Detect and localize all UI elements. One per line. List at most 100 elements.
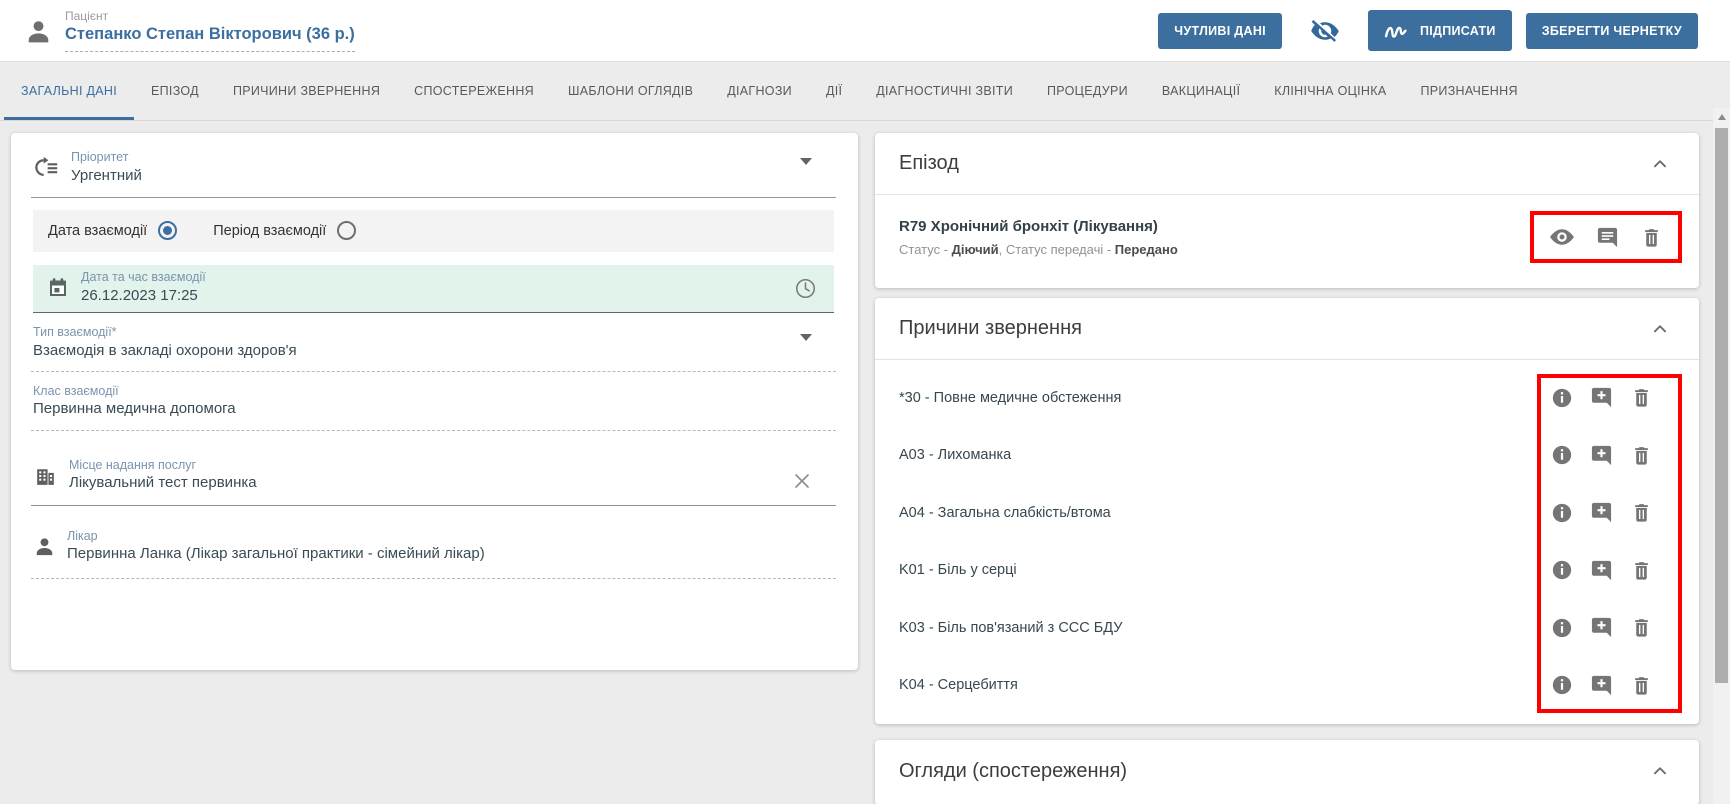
save-draft-button[interactable]: ЗБЕРЕГТИ ЧЕРНЕТКУ: [1526, 13, 1698, 49]
delete-reason-icon[interactable]: [1630, 444, 1653, 467]
tab-exam-templates[interactable]: ШАБЛОНИ ОГЛЯДІВ: [551, 62, 710, 120]
episode-card: Епізод R79 Хронічний бронхіт(Лікування) …: [875, 133, 1699, 288]
interaction-type-field[interactable]: Тип взаємодії* Взаємодія в закладі охоро…: [31, 313, 836, 372]
vertical-scrollbar[interactable]: [1713, 108, 1730, 804]
priority-value: Ургентний: [71, 166, 142, 186]
reason-row: A03 - Лихоманка: [899, 427, 1699, 485]
period-radio-label: Період взаємодії: [213, 223, 326, 239]
comment-episode-button[interactable]: [1596, 226, 1619, 249]
info-icon[interactable]: [1551, 674, 1573, 696]
tab-procedures[interactable]: ПРОЦЕДУРИ: [1030, 62, 1145, 120]
episode-title: Епізод: [899, 152, 959, 175]
info-icon[interactable]: [1551, 444, 1573, 466]
info-icon[interactable]: [1551, 559, 1573, 581]
close-icon[interactable]: [790, 469, 814, 493]
collapse-reasons-button[interactable]: [1647, 316, 1673, 342]
interaction-class-value: Первинна медична допомога: [33, 399, 834, 419]
reason-row: K01 - Біль у серці: [899, 542, 1699, 600]
collapse-episode-button[interactable]: [1647, 151, 1673, 177]
tab-clinical-assessment[interactable]: КЛІНІЧНА ОЦІНКА: [1257, 62, 1403, 120]
place-of-service-label: Місце надання послуг: [69, 458, 257, 474]
tab-observations[interactable]: СПОСТЕРЕЖЕННЯ: [397, 62, 551, 120]
reason-text: A03 - Лихоманка: [899, 447, 1011, 463]
place-of-service-field[interactable]: Місце надання послуг Лікувальний тест пе…: [31, 445, 836, 506]
observations-card-header: Огляди (спостереження): [875, 740, 1699, 802]
sign-button[interactable]: ПІДПИСАТИ: [1368, 10, 1512, 51]
episode-item-status: Статус - Діючий, Статус передачі - Перед…: [899, 242, 1178, 257]
scrollbar-thumb[interactable]: [1715, 128, 1728, 683]
delete-reason-icon[interactable]: [1630, 501, 1653, 524]
clock-icon[interactable]: [793, 276, 818, 301]
doctor-field[interactable]: Лікар Первинна Ланка (Лікар загальної пр…: [31, 516, 836, 580]
transfer-value: Передано: [1115, 242, 1178, 257]
delete-reason-icon[interactable]: [1630, 616, 1653, 639]
doctor-label: Лікар: [67, 529, 485, 545]
scrollbar-up-arrow[interactable]: [1713, 108, 1730, 126]
chevron-down-icon[interactable]: [800, 341, 812, 359]
visit-reasons-card: Причини звернення *30 - Повне медичне об…: [875, 298, 1699, 724]
transfer-label: , Статус передачі -: [999, 242, 1115, 257]
reason-row: K04 - Серцебиття: [899, 657, 1699, 715]
delete-episode-button[interactable]: [1640, 226, 1663, 249]
interaction-class-label: Клас взаємодії: [33, 384, 834, 400]
radio-selected-icon[interactable]: [158, 221, 177, 240]
visibility-off-icon[interactable]: [1310, 16, 1340, 46]
episode-card-header: Епізод: [875, 133, 1699, 195]
delete-reason-icon[interactable]: [1630, 674, 1653, 697]
main-content: Пріоритет Ургентний Дата взаємодії Періо…: [11, 121, 1699, 804]
datetime-label: Дата та час взаємодії: [81, 270, 206, 286]
info-icon[interactable]: [1551, 502, 1573, 524]
priority-field[interactable]: Пріоритет Ургентний: [31, 143, 836, 198]
date-radio-label: Дата взаємодії: [48, 223, 147, 239]
reasons-card-header: Причини звернення: [875, 298, 1699, 360]
tab-bar: ЗАГАЛЬНІ ДАНІ ЕПІЗОД ПРИЧИНИ ЗВЕРНЕННЯ С…: [0, 62, 1730, 121]
tab-visit-reasons[interactable]: ПРИЧИНИ ЗВЕРНЕННЯ: [216, 62, 397, 120]
episode-item-name: R79 Хронічний бронхіт: [899, 218, 1069, 235]
info-icon[interactable]: [1551, 387, 1573, 409]
observations-title: Огляди (спостереження): [899, 760, 1127, 783]
save-draft-label: ЗБЕРЕГТИ ЧЕРНЕТКУ: [1542, 24, 1682, 38]
patient-name-link[interactable]: Степанко Степан Вікторович (36 р.): [65, 25, 355, 52]
reason-row: *30 - Повне медичне обстеження: [899, 369, 1699, 427]
period-radio-option[interactable]: Період взаємодії: [213, 221, 356, 240]
add-comment-icon[interactable]: [1590, 501, 1613, 524]
tab-actions[interactable]: ДІЇ: [809, 62, 859, 120]
reason-text: K04 - Серцебиття: [899, 677, 1018, 693]
chevron-down-icon[interactable]: [800, 165, 812, 183]
tab-episode[interactable]: ЕПІЗОД: [134, 62, 216, 120]
info-icon[interactable]: [1551, 617, 1573, 639]
place-of-service-value: Лікувальний тест первинка: [69, 473, 257, 493]
radio-unselected-icon[interactable]: [337, 221, 356, 240]
episode-item-treatment: (Лікування): [1073, 218, 1158, 235]
reasons-title: Причини звернення: [899, 317, 1082, 340]
episode-item: R79 Хронічний бронхіт(Лікування) Статус …: [875, 195, 1699, 263]
delete-reason-icon[interactable]: [1630, 559, 1653, 582]
add-comment-icon[interactable]: [1590, 444, 1613, 467]
tab-vaccinations[interactable]: ВАКЦИНАЦІЇ: [1145, 62, 1257, 120]
add-comment-icon[interactable]: [1590, 616, 1613, 639]
right-column: Епізод R79 Хронічний бронхіт(Лікування) …: [875, 133, 1699, 804]
status-value: Діючий: [952, 242, 999, 257]
add-comment-icon[interactable]: [1590, 674, 1613, 697]
status-label: Статус -: [899, 242, 952, 257]
calendar-icon: [46, 276, 70, 300]
sign-button-label: ПІДПИСАТИ: [1420, 24, 1496, 38]
view-episode-button[interactable]: [1549, 224, 1575, 250]
sensitive-data-button[interactable]: ЧУТЛИВІ ДАНІ: [1158, 13, 1282, 49]
date-radio-option[interactable]: Дата взаємодії: [48, 221, 177, 240]
interaction-class-field: Клас взаємодії Первинна медична допомога: [31, 372, 836, 431]
doctor-icon: [33, 535, 56, 558]
reasons-list: *30 - Повне медичне обстеження A03 - Лих…: [875, 360, 1699, 714]
tab-diagnostic-reports[interactable]: ДІАГНОСТИЧНІ ЗВІТИ: [859, 62, 1030, 120]
delete-reason-icon[interactable]: [1630, 386, 1653, 409]
episode-item-title: R79 Хронічний бронхіт(Лікування): [899, 218, 1178, 235]
datetime-field[interactable]: Дата та час взаємодії 26.12.2023 17:25: [33, 265, 834, 313]
tab-diagnoses[interactable]: ДІАГНОЗИ: [710, 62, 809, 120]
tab-prescriptions[interactable]: ПРИЗНАЧЕННЯ: [1403, 62, 1534, 120]
add-comment-icon[interactable]: [1590, 559, 1613, 582]
tab-general-data[interactable]: ЗАГАЛЬНІ ДАНІ: [4, 62, 134, 120]
add-comment-icon[interactable]: [1590, 386, 1613, 409]
observations-card: Огляди (спостереження): [875, 740, 1699, 804]
collapse-observations-button[interactable]: [1647, 758, 1673, 784]
priority-icon: [33, 154, 60, 181]
